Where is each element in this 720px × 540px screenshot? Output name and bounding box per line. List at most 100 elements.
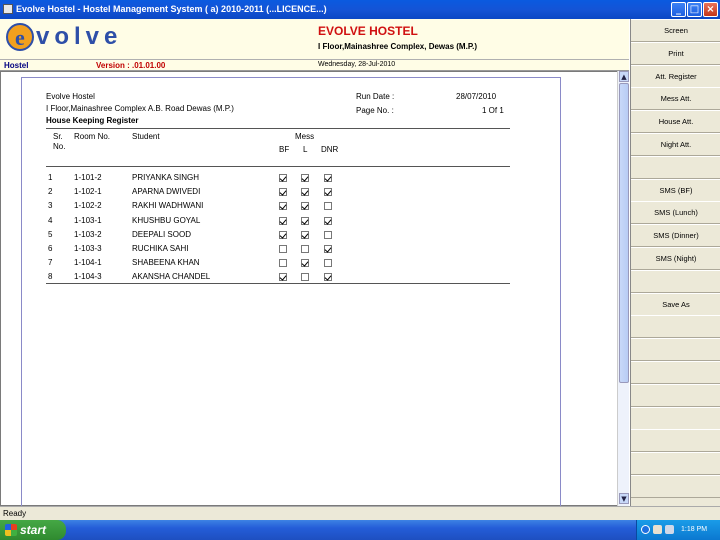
row-room: 1-104-1 — [74, 258, 102, 268]
app-icon — [3, 4, 13, 14]
empty-button — [631, 429, 720, 453]
hostel-address: I Floor,Mainashree Complex, Dewas (M.P.) — [318, 42, 478, 51]
print-button[interactable]: Print — [631, 41, 720, 65]
row-sr: 4 — [48, 215, 53, 225]
mess-l-checkbox — [301, 259, 309, 268]
empty-button — [631, 383, 720, 407]
app-header: e volve EVOLVE HOSTEL I Floor,Mainashree… — [0, 19, 629, 71]
mess-dnr-checkbox — [324, 188, 332, 197]
window-titlebar[interactable]: Evolve Hostel - Hostel Management System… — [0, 0, 720, 19]
row-room: 1-102-1 — [74, 187, 102, 197]
page-value: 1 Of 1 — [482, 106, 504, 115]
row-sr: 1 — [48, 173, 53, 182]
system-tray: 1:18 PM — [636, 520, 720, 540]
row-sr: 3 — [48, 201, 53, 211]
mess-dnr-checkbox — [324, 202, 332, 211]
col-dnr: DNR — [321, 145, 339, 154]
mess-bf-checkbox — [279, 216, 287, 225]
report-viewer[interactable]: Evolve Hostel I Floor,Mainashree Complex… — [0, 71, 629, 507]
mess-dnr-checkbox — [324, 259, 332, 268]
row-student: KHUSHBU GOYAL — [132, 215, 201, 225]
run-date-label: Run Date : — [356, 92, 395, 101]
sms-lunch-button[interactable]: SMS (Lunch) — [631, 201, 720, 225]
scroll-thumb[interactable] — [619, 83, 629, 383]
col-bf: BF — [279, 145, 290, 154]
mess-att-button[interactable]: Mess Att. — [631, 87, 720, 111]
mess-l-checkbox — [301, 245, 309, 253]
row-room: 1-102-2 — [74, 201, 102, 211]
current-date: Wednesday, 28-Jul-2010 — [318, 61, 396, 68]
run-date-value: 28/07/2010 — [456, 92, 497, 101]
mess-dnr-checkbox — [324, 273, 332, 282]
row-student: RUCHIKA SAHI — [132, 244, 189, 253]
report-page: Evolve Hostel I Floor,Mainashree Complex… — [21, 77, 561, 507]
minimize-button[interactable]: _ — [671, 2, 686, 17]
tray-arrow-icon[interactable] — [641, 525, 650, 534]
mess-l-checkbox — [301, 273, 309, 282]
scroll-up-button[interactable]: ▲ — [619, 71, 629, 82]
mess-bf-checkbox — [279, 230, 287, 239]
mess-l-checkbox — [301, 188, 309, 197]
col-room: Room No. — [74, 132, 111, 141]
empty-button — [631, 361, 720, 384]
action-sidebar: Screen Print Att. Register Mess Att. House A… — [630, 19, 720, 506]
empty-button — [631, 269, 720, 293]
col-l: L — [303, 145, 308, 154]
header-rule-bottom — [46, 166, 510, 167]
row-room: 1-103-2 — [74, 229, 102, 239]
mess-dnr-checkbox — [324, 174, 332, 182]
mess-bf-checkbox — [279, 259, 287, 268]
network-icon[interactable] — [653, 525, 662, 534]
row-sr: 6 — [48, 244, 53, 253]
report-title: House Keeping Register — [46, 116, 139, 125]
maximize-button[interactable]: □ — [687, 2, 702, 17]
version-label: Version : .01.01.00 — [96, 61, 166, 70]
col-no: No. — [53, 142, 66, 151]
row-student: SHABEENA KHAN — [132, 258, 200, 268]
vertical-scrollbar[interactable]: ▲ ▼ — [617, 71, 629, 506]
sms-dinner-button[interactable]: SMS (Dinner) — [631, 224, 720, 248]
empty-button — [631, 452, 720, 476]
night-att-button[interactable]: Night Att. — [631, 133, 720, 156]
sms-bf-button[interactable]: SMS (BF) — [631, 178, 720, 202]
row-room: 1-104-3 — [74, 272, 102, 282]
logo-mark: e — [6, 23, 34, 51]
row-sr: 7 — [48, 258, 53, 268]
row-student: APARNA DWIVEDI — [132, 187, 201, 197]
mess-l-checkbox — [301, 216, 309, 225]
empty-button — [631, 338, 720, 362]
empty-button — [631, 155, 720, 179]
logo-text: volve — [36, 23, 123, 50]
mess-l-checkbox — [301, 230, 309, 239]
row-sr: 8 — [48, 272, 53, 282]
mess-bf-checkbox — [279, 188, 287, 197]
house-att-button[interactable]: House Att. — [631, 110, 720, 134]
col-mess: Mess — [295, 132, 315, 141]
windows-logo-icon — [5, 524, 17, 536]
row-sr: 2 — [48, 187, 53, 197]
volume-icon[interactable] — [665, 525, 674, 534]
taskbar: start 1:18 PM — [0, 520, 720, 540]
report-address: I Floor,Mainashree Complex A.B. Road Dew… — [46, 104, 234, 113]
close-button[interactable]: × — [703, 2, 718, 17]
mess-bf-checkbox — [279, 245, 287, 253]
hostel-name: EVOLVE HOSTEL — [318, 24, 418, 38]
scroll-down-button[interactable]: ▼ — [619, 493, 629, 504]
att-register-button[interactable]: Att. Register — [631, 64, 720, 88]
row-room: 1-101-2 — [74, 173, 102, 182]
status-bar: Ready — [0, 506, 720, 520]
clock[interactable]: 1:18 PM — [681, 526, 707, 533]
empty-button — [631, 475, 720, 498]
col-student: Student — [132, 132, 160, 141]
window-title: Evolve Hostel - Hostel Management System… — [16, 4, 327, 14]
start-button[interactable]: start — [0, 520, 66, 540]
mess-bf-checkbox — [279, 174, 287, 182]
empty-button — [631, 406, 720, 430]
screen-button[interactable]: Screen — [631, 19, 720, 42]
save-as-button[interactable]: Save As — [631, 292, 720, 316]
mess-bf-checkbox — [279, 202, 287, 211]
mess-l-checkbox — [301, 202, 309, 211]
mess-l-checkbox — [301, 174, 309, 182]
report-org: Evolve Hostel — [46, 92, 95, 101]
sms-night-button[interactable]: SMS (Night) — [631, 247, 720, 270]
